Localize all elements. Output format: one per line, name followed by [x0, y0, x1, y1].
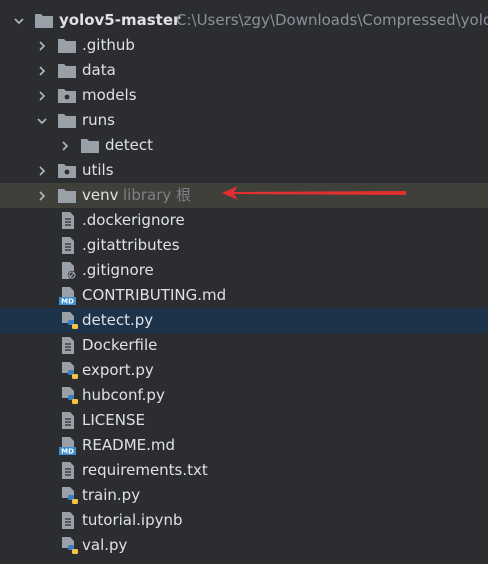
project-tree: yolov5-master C:\Users\zgy\Downloads\Com… [0, 0, 488, 564]
tree-row-dockerfile[interactable]: Dockerfile [0, 333, 488, 358]
project-name: yolov5-master [59, 11, 181, 29]
tree-row-license[interactable]: LICENSE [0, 408, 488, 433]
tree-item-label: CONTRIBUTING.md [82, 286, 227, 304]
package-folder-icon [57, 161, 77, 180]
tree-row-root[interactable]: yolov5-master C:\Users\zgy\Downloads\Com… [0, 8, 488, 33]
tree-item-label: README.md [82, 436, 176, 454]
folder-icon [57, 36, 77, 55]
ignore-file-icon [60, 261, 80, 280]
python-file-icon [60, 361, 80, 380]
tree-item-label: .gitignore [82, 261, 154, 279]
text-file-icon [60, 461, 80, 480]
text-file-icon [60, 411, 80, 430]
project-path: C:\Users\zgy\Downloads\Compressed\yolo [176, 11, 488, 29]
folder-icon [57, 186, 77, 205]
folder-icon [57, 111, 77, 130]
tree-row-dockerignore[interactable]: .dockerignore [0, 208, 488, 233]
chevron-right-icon[interactable] [35, 158, 49, 183]
library-root-hint: library 根 [123, 186, 192, 204]
tree-row-contributing[interactable]: MD CONTRIBUTING.md [0, 283, 488, 308]
tree-item-label: train.py [82, 486, 141, 504]
tree-item-label: detect.py [82, 311, 154, 329]
tree-row-runs[interactable]: runs [0, 108, 488, 133]
markdown-badge-text: MD [61, 298, 74, 305]
tree-row-export-py[interactable]: export.py [0, 358, 488, 383]
chevron-right-icon[interactable] [35, 33, 49, 58]
markdown-badge-text: MD [61, 448, 74, 455]
text-file-icon [60, 336, 80, 355]
tree-item-label: requirements.txt [82, 461, 208, 479]
tree-item-label: utils [82, 161, 114, 179]
tree-row-data[interactable]: data [0, 58, 488, 83]
tree-row-train-py[interactable]: train.py [0, 483, 488, 508]
folder-icon [34, 11, 54, 30]
chevron-right-icon[interactable] [35, 83, 49, 108]
annotation-arrow-icon [222, 186, 406, 200]
tree-item-label: .dockerignore [82, 211, 185, 229]
chevron-right-icon[interactable] [35, 183, 49, 208]
tree-item-label: detect [105, 136, 153, 154]
tree-item-label: val.py [82, 536, 128, 554]
tree-row-utils[interactable]: utils [0, 158, 488, 183]
folder-icon [57, 61, 77, 80]
markdown-file-icon: MD [58, 436, 78, 455]
markdown-file-icon: MD [58, 286, 78, 305]
chevron-right-icon[interactable] [58, 133, 72, 158]
chevron-down-icon[interactable] [12, 8, 26, 33]
chevron-down-icon[interactable] [35, 108, 49, 133]
python-file-icon [60, 311, 80, 330]
tree-row-github[interactable]: .github [0, 33, 488, 58]
tree-row-readme[interactable]: MD README.md [0, 433, 488, 458]
tree-row-gitattributes[interactable]: .gitattributes [0, 233, 488, 258]
tree-row-models[interactable]: models [0, 83, 488, 108]
tree-row-tutorial-ipynb[interactable]: tutorial.ipynb [0, 508, 488, 533]
package-folder-icon [57, 86, 77, 105]
tree-row-hubconf-py[interactable]: hubconf.py [0, 383, 488, 408]
chevron-right-icon[interactable] [35, 58, 49, 83]
tree-row-gitignore[interactable]: .gitignore [0, 258, 488, 283]
tree-item-label: hubconf.py [82, 386, 165, 404]
python-file-icon [60, 536, 80, 555]
tree-item-label: LICENSE [82, 411, 145, 429]
python-file-icon [60, 486, 80, 505]
tree-item-label: .gitattributes [82, 236, 180, 254]
tree-item-label: .github [82, 36, 135, 54]
tree-row-val-py[interactable]: val.py [0, 533, 488, 558]
tree-item-label: Dockerfile [82, 336, 158, 354]
text-file-icon [60, 236, 80, 255]
folder-icon [80, 136, 100, 155]
tree-row-requirements[interactable]: requirements.txt [0, 458, 488, 483]
text-file-icon [60, 211, 80, 230]
python-file-icon [60, 386, 80, 405]
text-file-icon [60, 511, 80, 530]
tree-item-label: runs [82, 111, 115, 129]
tree-row-detect-py[interactable]: detect.py [0, 308, 488, 333]
tree-item-label: venv [82, 186, 119, 204]
tree-row-runs-detect[interactable]: detect [0, 133, 488, 158]
tree-item-label: models [82, 86, 137, 104]
tree-item-label: data [82, 61, 116, 79]
tree-item-label: tutorial.ipynb [82, 511, 183, 529]
tree-item-label: export.py [82, 361, 154, 379]
